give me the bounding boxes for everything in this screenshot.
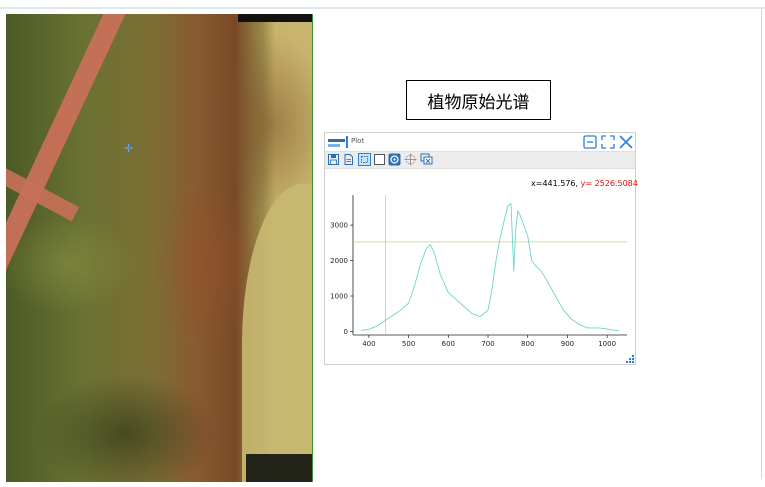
resize-grip-icon[interactable] (626, 355, 634, 363)
top-divider (0, 7, 765, 9)
spectrum-line (360, 203, 620, 332)
x-tick-label: 600 (442, 340, 455, 348)
right-divider (761, 9, 762, 479)
x-tick-label: 1000 (598, 340, 616, 348)
spectrum-chart[interactable]: 400 500 600 700 800 900 1000 0 1000 2000 3000 (325, 133, 635, 364)
y-tick-label: 1000 (330, 293, 348, 301)
image-dark-corner (246, 454, 312, 482)
x-tick-label: 700 (481, 340, 494, 348)
x-tick-label: 800 (521, 340, 534, 348)
x-tick-label: 900 (561, 340, 574, 348)
plot-window[interactable]: Plot x=441.576, y= 2526.5084 400 500 600… (324, 132, 638, 365)
y-tick-label: 3000 (330, 222, 348, 230)
crosshair-cursor-icon: ✛ (124, 142, 134, 155)
shoreline (242, 184, 312, 482)
y-tick-label: 2000 (330, 257, 348, 265)
satellite-image[interactable]: ✛ (6, 14, 312, 482)
spectrum-title: 植物原始光谱 (427, 92, 530, 113)
image-border (312, 14, 313, 482)
road (6, 14, 141, 327)
image-top-bar (238, 14, 312, 22)
spectrum-title-box: 植物原始光谱 (406, 80, 551, 120)
x-tick-label: 400 (362, 340, 375, 348)
x-tick-label: 500 (402, 340, 415, 348)
y-tick-label: 0 (344, 328, 348, 336)
